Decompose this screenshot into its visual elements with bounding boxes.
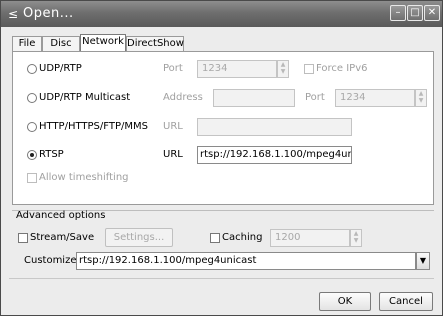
multicast-port-spinner[interactable]: ▲ ▼: [415, 89, 427, 107]
udp-label: UDP/RTP: [39, 63, 82, 74]
multicast-port-field[interactable]: 1234: [335, 89, 415, 107]
caching-spinner[interactable]: ▲ ▼: [350, 229, 362, 247]
udp-port-spinner[interactable]: ▲ ▼: [277, 60, 289, 78]
multicast-radio[interactable]: [27, 93, 37, 103]
maximize-button[interactable]: □: [407, 5, 423, 21]
chevron-down-icon: ▼: [419, 256, 427, 265]
vlc-cone-icon: ≤: [8, 7, 19, 21]
udp-port-field[interactable]: 1234: [197, 60, 277, 78]
open-dialog: ≤ Open... – □ ✕ File Disc Network Direct…: [0, 0, 443, 316]
minimize-button[interactable]: –: [390, 5, 406, 21]
divider: [9, 278, 434, 279]
cancel-button[interactable]: Cancel: [379, 292, 433, 311]
http-label: HTTP/HTTPS/FTP/MMS: [39, 121, 148, 132]
rtsp-url-label: URL: [163, 149, 183, 160]
rtsp-label: RTSP: [39, 149, 64, 160]
customize-label: Customize:: [24, 255, 80, 266]
tab-network[interactable]: Network: [80, 34, 126, 52]
tab-directshow[interactable]: DirectShow: [126, 36, 184, 52]
stream-save-label: Stream/Save: [30, 232, 95, 243]
minimize-icon: –: [395, 7, 401, 18]
http-url-field[interactable]: [197, 118, 352, 136]
tab-file[interactable]: File: [12, 36, 42, 52]
advanced-options-group: Advanced options Stream/Save Settings...…: [12, 210, 434, 270]
force-ipv6-label: Force IPv6: [316, 63, 368, 74]
customize-dropdown-button[interactable]: ▼: [416, 252, 430, 270]
multicast-address-field[interactable]: [213, 89, 295, 107]
timeshift-label: Allow timeshifting: [39, 172, 129, 183]
caching-field[interactable]: 1200: [270, 229, 350, 247]
rtsp-radio[interactable]: [27, 150, 37, 160]
customize-field[interactable]: rtsp://192.168.1.100/mpeg4unicast: [76, 252, 416, 270]
close-icon: ✕: [427, 7, 437, 18]
close-button[interactable]: ✕: [424, 5, 440, 21]
network-panel: UDP/RTP Port 1234 ▲ ▼ Force IPv6 UDP/RTP …: [12, 51, 434, 205]
advanced-options-title: Advanced options: [16, 210, 106, 221]
window-title: Open...: [23, 6, 74, 21]
settings-button[interactable]: Settings...: [105, 228, 173, 247]
ok-button-label: OK: [337, 296, 353, 307]
caching-label: Caching: [222, 232, 263, 243]
caching-checkbox[interactable]: [210, 233, 220, 243]
stream-save-checkbox[interactable]: [18, 233, 28, 243]
maximize-icon: □: [410, 7, 420, 18]
multicast-port-label: Port: [305, 92, 325, 103]
timeshift-checkbox[interactable]: [27, 173, 37, 183]
http-radio[interactable]: [27, 122, 37, 132]
udp-port-label: Port: [163, 63, 183, 74]
cancel-button-label: Cancel: [389, 296, 423, 307]
multicast-label: UDP/RTP Multicast: [39, 92, 131, 103]
force-ipv6-checkbox[interactable]: [304, 64, 314, 74]
udp-radio[interactable]: [27, 64, 37, 74]
tab-disc[interactable]: Disc: [42, 36, 80, 52]
http-url-label: URL: [163, 121, 183, 132]
rtsp-url-field[interactable]: rtsp://192.168.1.100/mpeg4unicas: [197, 146, 352, 164]
multicast-address-label: Address: [163, 92, 203, 103]
title-bar[interactable]: ≤ Open... – □ ✕: [1, 1, 442, 27]
ok-button[interactable]: OK: [319, 292, 371, 311]
